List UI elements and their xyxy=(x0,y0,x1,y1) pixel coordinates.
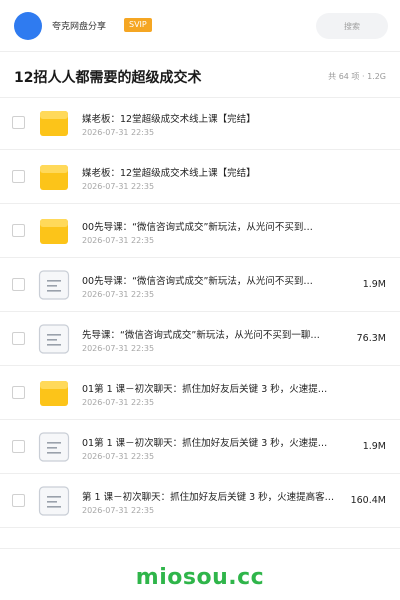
file-name: 01第 1 课－初次聊天：抓住加好友后关键 3 秒，火速提… xyxy=(82,384,328,395)
file-name: 第 1 课－初次聊天：抓住加好友后关键 3 秒，火速提高客… xyxy=(82,492,335,503)
folder-icon xyxy=(38,216,70,246)
search-input[interactable] xyxy=(316,13,388,39)
file-name: 媒老板：12堂超级成交术线上课【完结】 xyxy=(82,168,256,179)
file-date: 2026-07-31 22:35 xyxy=(82,182,155,191)
file-name: 00先导课：“微信咨询式成交”新玩法，从光问不买到… xyxy=(82,276,313,287)
document-icon xyxy=(38,432,70,462)
file-date: 2026-07-31 22:35 xyxy=(82,128,155,137)
folder-icon xyxy=(38,378,70,408)
file-list: 媒老板：12堂超级成交术线上课【完结】 2026-07-31 22:35 媒老板：1… xyxy=(0,96,400,528)
watermark: miosou.cc xyxy=(135,565,265,590)
file-row[interactable]: 媒老板：12堂超级成交术线上课【完结】 2026-07-31 22:35 xyxy=(0,150,400,204)
file-row[interactable]: 00先导课：“微信咨询式成交”新玩法，从光问不买到… 2026-07-31 22:… xyxy=(0,258,400,312)
svip-badge: SVIP xyxy=(124,18,152,32)
file-date: 2026-07-31 22:35 xyxy=(82,236,155,245)
row-checkbox[interactable] xyxy=(12,224,25,237)
file-size: 76.3M xyxy=(356,333,386,344)
file-row[interactable]: 第 1 课－初次聊天：抓住加好友后关键 3 秒，火速提高客… 2026-07-31… xyxy=(0,474,400,528)
document-icon xyxy=(38,486,70,516)
file-name: 先导课：“微信咨询式成交”新玩法，从光问不买到一聊… xyxy=(82,330,320,341)
folder-icon xyxy=(38,162,70,192)
file-row[interactable]: 01第 1 课－初次聊天：抓住加好友后关键 3 秒，火速提… 2026-07-31… xyxy=(0,366,400,420)
share-stats: 共 64 项 · 1.2G xyxy=(328,72,386,81)
row-checkbox[interactable] xyxy=(12,494,25,507)
row-checkbox[interactable] xyxy=(12,116,25,129)
file-name: 媒老板：12堂超级成交术线上课【完结】 xyxy=(82,114,256,125)
row-checkbox[interactable] xyxy=(12,386,25,399)
document-icon xyxy=(38,270,70,300)
file-date: 2026-07-31 22:35 xyxy=(82,506,155,515)
file-size: 1.9M xyxy=(362,279,386,290)
file-name: 01第 1 课－初次聊天：抓住加好友后关键 3 秒，火速提… xyxy=(82,438,328,449)
file-row[interactable]: 01第 1 课－初次聊天：抓住加好友后关键 3 秒，火速提… 2026-07-31… xyxy=(0,420,400,474)
file-row[interactable]: 00先导课：“微信咨询式成交”新玩法，从光问不买到… 2026-07-31 22:… xyxy=(0,204,400,258)
file-row[interactable]: 媒老板：12堂超级成交术线上课【完结】 2026-07-31 22:35 xyxy=(0,96,400,150)
top-bar: 夸克网盘分享 SVIP xyxy=(0,0,400,52)
document-icon xyxy=(38,324,70,354)
folder-icon xyxy=(38,108,70,138)
row-checkbox[interactable] xyxy=(12,440,25,453)
share-header: 12招人人都需要的超级成交术 共 64 项 · 1.2G xyxy=(0,52,400,98)
row-checkbox[interactable] xyxy=(12,170,25,183)
file-date: 2026-07-31 22:35 xyxy=(82,290,155,299)
row-checkbox[interactable] xyxy=(12,278,25,291)
row-checkbox[interactable] xyxy=(12,332,25,345)
file-size: 1.9M xyxy=(362,441,386,452)
file-name: 00先导课：“微信咨询式成交”新玩法，从光问不买到… xyxy=(82,222,313,233)
file-date: 2026-07-31 22:35 xyxy=(82,344,155,353)
avatar[interactable] xyxy=(14,12,42,40)
page-title: 12招人人都需要的超级成交术 xyxy=(14,70,202,86)
file-date: 2026-07-31 22:35 xyxy=(82,398,155,407)
file-row[interactable]: 先导课：“微信咨询式成交”新玩法，从光问不买到一聊… 2026-07-31 22:… xyxy=(0,312,400,366)
brand-name: 夸克网盘分享 xyxy=(52,22,107,32)
file-size: 160.4M xyxy=(350,495,386,506)
footer: miosou.cc xyxy=(0,548,400,600)
file-date: 2026-07-31 22:35 xyxy=(82,452,155,461)
